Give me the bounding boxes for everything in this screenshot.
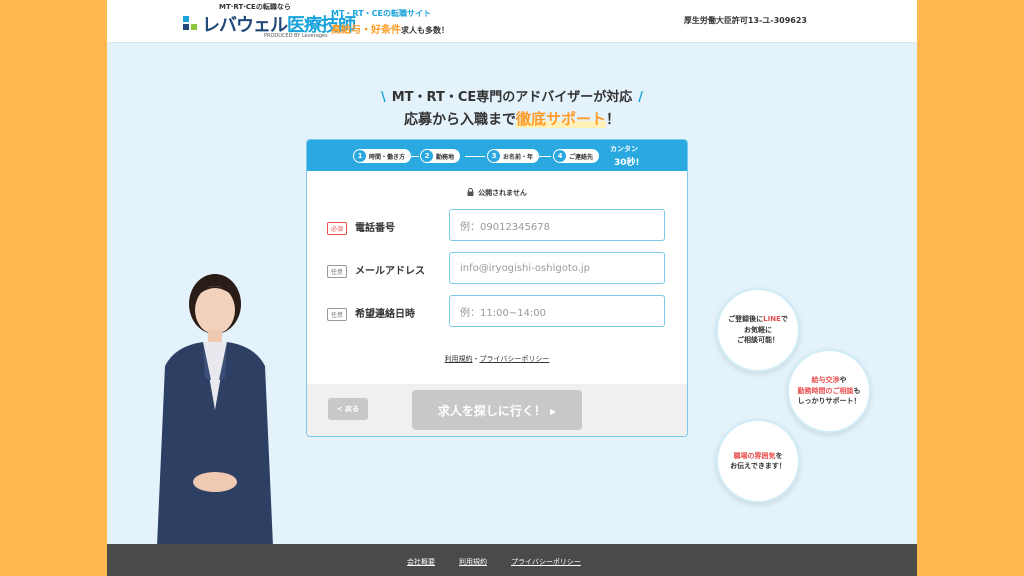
form-actions: < 戻る 求人を探しに行く！ ▸ [307, 384, 687, 436]
easy-label: カンタン [610, 145, 638, 153]
logo-mark-icon [183, 16, 197, 30]
hero-title-highlight: 徹底サポート [515, 110, 606, 128]
step-4: 4 ご連絡先 [553, 149, 600, 163]
bubble-highlight: 勤務時間のご相談 [797, 386, 854, 395]
hero-title-1-text: MT・RT・CE専門のアドバイザーが対応 [391, 90, 633, 105]
submit-button[interactable]: 求人を探しに行く！ ▸ [412, 390, 582, 430]
step-1: 1 時間・働き方 [353, 149, 412, 163]
hero-title-1: \ MT・RT・CE専門のアドバイザーが対応 / [107, 86, 917, 105]
page: MT·RT·CEの転職なら レバウェル医療技師 PRODUCED BY Leve… [107, 0, 917, 576]
bubble-line: しっかりサポート！ [798, 396, 861, 407]
registration-form: 1 時間・働き方 2 勤務地 3 お名前・年 4 ご連絡先 カンタン 30秒! 公開され… [306, 139, 688, 437]
step-connector [539, 156, 551, 157]
step-label: お名前・年 [503, 153, 534, 161]
privacy-note-text: 公開されません [478, 189, 527, 197]
bubble-highlight: 給与交渉 [811, 376, 840, 385]
bubble-text: や [839, 376, 847, 385]
terms-link[interactable]: 利用規約 [445, 355, 473, 363]
logo-produced-by: PRODUCED BY Leverages [264, 33, 328, 39]
bubble-line: 給与交渉や [812, 375, 847, 386]
step-number: 3 [488, 150, 500, 162]
tagline-highlight: 高給与・好条件 [331, 25, 401, 36]
phone-input[interactable]: 例：09012345678 [449, 209, 665, 241]
advisor-illustration [157, 274, 273, 546]
step-number: 1 [354, 150, 366, 162]
seconds-label: 30秒! [614, 158, 640, 168]
optional-badge: 任意 [327, 308, 348, 321]
footer-company-link[interactable]: 会社概要 [407, 557, 435, 567]
step-number: 2 [421, 150, 433, 162]
step-2: 2 勤務地 [420, 149, 461, 163]
email-input[interactable]: info@iryogishi-oshigoto.jp [449, 252, 665, 284]
bubble-line: お気軽に [744, 325, 772, 336]
bubble-highlight: LINE [763, 315, 781, 324]
step-progress-bar: 1 時間・働き方 2 勤務地 3 お名前・年 4 ご連絡先 カンタン 30秒! [307, 140, 687, 171]
hero-title-2: 応募から入職まで徹底サポート！ [107, 108, 917, 129]
bubble-text: お気軽に [744, 325, 772, 334]
privacy-note: 公開されません [307, 188, 687, 198]
bubble-line: ご相談可能！ [737, 335, 779, 346]
bubble-highlight: 職場の雰囲気 [733, 451, 776, 460]
step-label: 勤務地 [436, 153, 455, 161]
privacy-link[interactable]: プライバシーポリシー [480, 355, 550, 363]
site-footer: 会社概要 利用規約 プライバシーポリシー [107, 544, 917, 576]
bubble-text: を [775, 451, 783, 460]
step-label: 時間・働き方 [369, 153, 406, 161]
feature-bubble-line: ご登録後にLINEで お気軽に ご相談可能！ [716, 288, 800, 372]
contact-time-input[interactable]: 例：11:00~14:00 [449, 295, 665, 327]
license-number: 厚生労働大臣許可13-ユ-309623 [683, 16, 807, 25]
footer-privacy-link[interactable]: プライバシーポリシー [511, 557, 581, 567]
lock-icon [467, 188, 474, 196]
bubble-line: お伝えできます！ [730, 461, 786, 472]
bubble-text: しっかりサポート！ [797, 397, 861, 406]
bubble-text: も [853, 386, 861, 395]
optional-badge: 任意 [327, 265, 348, 278]
bubble-text: ご登録後に [728, 315, 764, 324]
back-button[interactable]: < 戻る [328, 398, 368, 420]
feature-bubble-salary: 給与交渉や 勤務時間のご相談も しっかりサポート！ [787, 349, 871, 433]
bubble-text: ご相談可能！ [737, 336, 779, 345]
email-label: メールアドレス [355, 266, 425, 277]
contact-time-label: 希望連絡日時 [355, 309, 415, 320]
bubble-text: お伝えできます！ [730, 462, 786, 470]
step-number: 4 [554, 150, 566, 162]
feature-bubble-atmosphere: 職場の雰囲気を お伝えできます！ [716, 419, 800, 503]
hero-title-2a: 応募から入職まで [403, 112, 516, 128]
bubble-line: ご登録後にLINEで [728, 314, 788, 325]
bubble-line: 職場の雰囲気を [734, 451, 783, 462]
tagline-rest: 求人も多数！ [401, 26, 449, 35]
bubble-text: で [780, 315, 788, 324]
header-tagline-1: MT・RT・CEの転職サイト [331, 9, 432, 18]
step-3: 3 お名前・年 [487, 149, 540, 163]
slash-decoration-right: / [638, 90, 644, 105]
bubble-line: 勤務時間のご相談も [798, 386, 861, 397]
slash-decoration-left: \ [380, 90, 386, 105]
step-label: ご連絡先 [569, 153, 594, 161]
step-connector [465, 156, 485, 157]
footer-terms-link[interactable]: 利用規約 [459, 557, 487, 567]
policy-links: 利用規約・プライバシーポリシー [307, 354, 687, 364]
phone-label: 電話番号 [355, 223, 395, 234]
separator: ・ [472, 355, 480, 363]
site-header: MT·RT·CEの転職なら レバウェル医療技師 PRODUCED BY Leve… [107, 0, 917, 43]
header-tagline-2: 高給与・好条件求人も多数！ [331, 21, 449, 36]
hero-title-2c: ！ [606, 112, 620, 128]
required-badge: 必須 [327, 222, 348, 235]
